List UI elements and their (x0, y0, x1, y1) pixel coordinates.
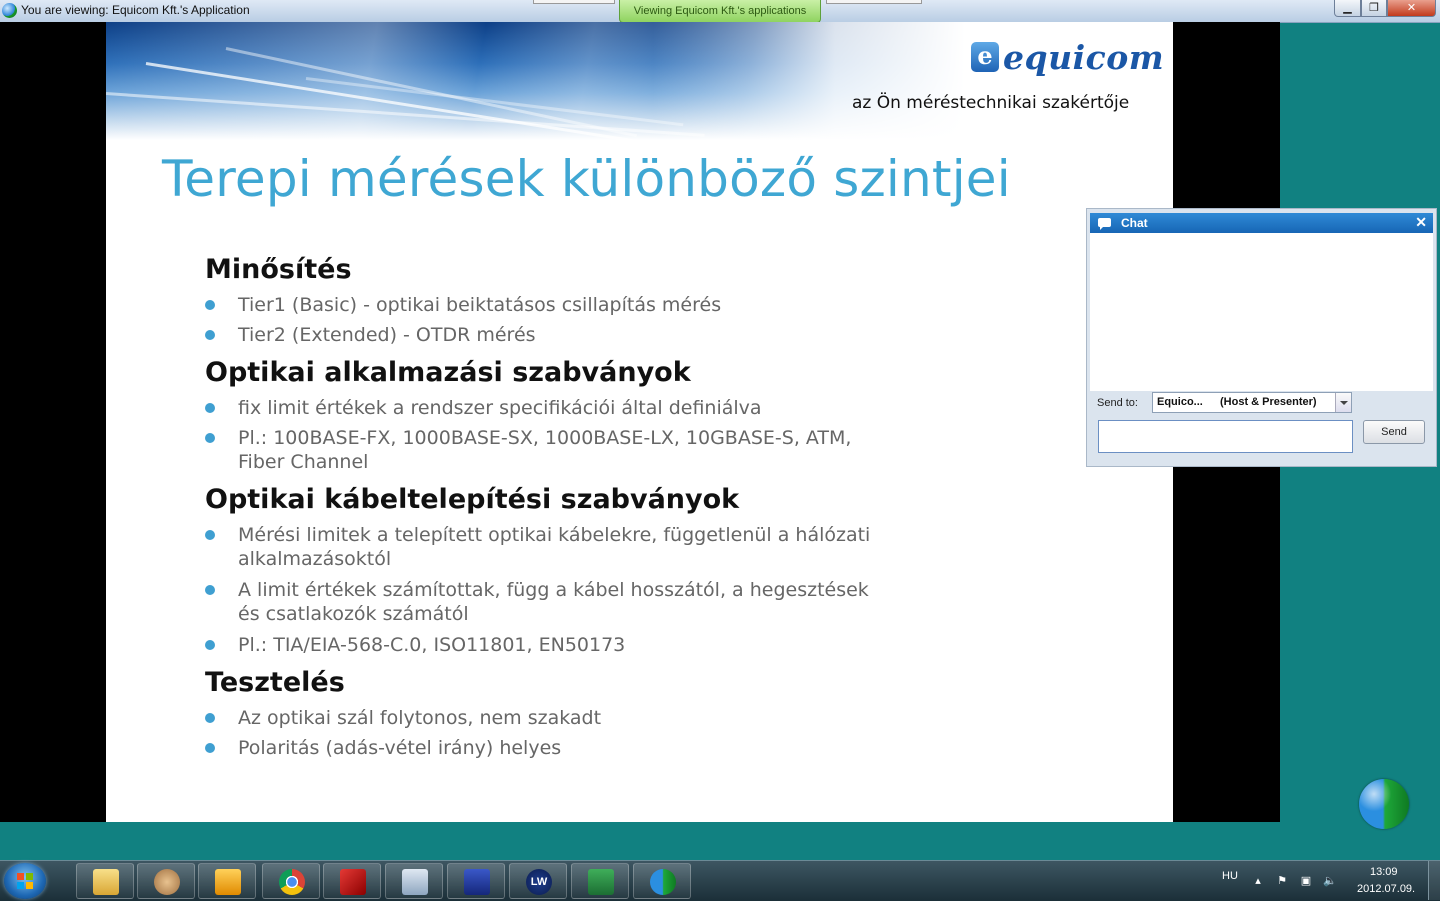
livewire-icon: LW (526, 869, 552, 895)
volume-icon[interactable]: 🔈 (1323, 875, 1337, 887)
bullet-item: Polaritás (adás-vétel irány) helyes (205, 736, 885, 760)
chat-title: Chat (1121, 216, 1148, 230)
section-heading: Optikai kábeltelepítési szabványok (205, 484, 740, 515)
logo-e-mark: e (971, 42, 999, 72)
bullet-item: Az optikai szál folytonos, nem szakadt (205, 706, 885, 730)
recipient-role: (Host & Presenter) (1220, 396, 1317, 408)
chat-header[interactable]: Chat ✕ (1090, 213, 1433, 233)
viewer-title: You are viewing: Equicom Kft.'s Applicat… (21, 3, 250, 17)
bullet-item: Pl.: 100BASE-FX, 1000BASE-SX, 1000BASE-L… (205, 426, 885, 474)
bullet-text: fix limit értékek a rendszer specifikáci… (238, 397, 762, 419)
show-hidden-icons-icon[interactable]: ▴ (1252, 875, 1264, 887)
maximize-button[interactable]: ❐ (1361, 0, 1387, 17)
section-heading: Tesztelés (205, 667, 345, 698)
network-icon[interactable]: ▣ (1300, 875, 1312, 887)
bullet-text: Tier1 (Basic) - optikai beiktatásos csil… (238, 294, 722, 316)
floppy-save-icon (464, 869, 490, 895)
start-button[interactable] (4, 863, 46, 899)
bullet-item: Tier1 (Basic) - optikai beiktatásos csil… (205, 293, 885, 317)
app-globe-icon (2, 3, 17, 18)
recipient-name: Equico... (1157, 396, 1203, 408)
bullet-item: Tier2 (Extended) - OTDR mérés (205, 323, 885, 347)
taskbar-app-office-tool[interactable] (323, 863, 381, 899)
minimize-button[interactable]: ▁ (1334, 0, 1361, 17)
banner-light-streak (145, 62, 660, 147)
bullet-text: A limit értékek számítottak, függ a kábe… (238, 579, 869, 625)
bullet-text: Pl.: TIA/EIA-568-C.0, ISO11801, EN50173 (238, 634, 626, 656)
windows-logo-icon (17, 873, 33, 889)
excel-icon (588, 869, 614, 895)
bullet-dot-icon (205, 640, 215, 650)
action-center-flag-icon[interactable]: ⚑ (1276, 875, 1288, 887)
clock-date[interactable]: 2012.07.09. (1357, 883, 1415, 895)
taskbar-app-save[interactable] (447, 863, 505, 899)
chevron-down-icon[interactable] (1335, 393, 1351, 412)
bullet-dot-icon (205, 585, 215, 595)
bullet-dot-icon (205, 743, 215, 753)
chat-bubble-icon (1098, 218, 1111, 230)
presentation-slide: e equicom az Ön méréstechnikai szakértőj… (106, 22, 1173, 822)
bullet-item: Pl.: TIA/EIA-568-C.0, ISO11801, EN50173 (205, 633, 885, 657)
bullet-text: Az optikai szál folytonos, nem szakadt (238, 707, 602, 729)
taskbar-app-calculator[interactable] (385, 863, 443, 899)
bullet-item: A limit értékek számítottak, függ a kábe… (205, 578, 885, 626)
chat-panel: Chat ✕ Send to: Equico... (Host & Presen… (1086, 208, 1437, 467)
language-indicator[interactable]: HU (1222, 870, 1238, 882)
taskbar-app-outlook[interactable] (198, 863, 256, 899)
clock-time[interactable]: 13:09 (1370, 866, 1398, 878)
taskbar-app-livewire[interactable]: LW (509, 863, 567, 899)
chat-close-icon[interactable]: ✕ (1415, 214, 1427, 231)
section-heading: Optikai alkalmazási szabványok (205, 357, 691, 388)
bullet-dot-icon (205, 330, 215, 340)
chat-message-log[interactable] (1090, 233, 1433, 391)
folder-icon (93, 869, 119, 895)
taskbar-app-explorer[interactable] (76, 863, 134, 899)
globe-icon (650, 869, 676, 895)
toolbar-tab-right[interactable] (826, 0, 922, 4)
show-desktop-button[interactable] (1428, 861, 1440, 900)
outlook-icon (215, 869, 241, 895)
toolbar-tab-left[interactable] (533, 0, 615, 4)
chrome-icon (279, 869, 305, 895)
viewer-globe-icon[interactable] (1359, 779, 1409, 829)
bullet-item: Mérési limitek a telepített optikai kábe… (205, 523, 885, 571)
slide-tagline: az Ön méréstechnikai szakértője (852, 93, 1130, 113)
bullet-text: Polaritás (adás-vétel irány) helyes (238, 737, 562, 759)
send-to-label: Send to: (1097, 397, 1138, 409)
taskbar-app-excel[interactable] (571, 863, 629, 899)
bullet-dot-icon (205, 713, 215, 723)
send-button[interactable]: Send (1363, 420, 1425, 444)
viewing-applications-tab[interactable]: Viewing Equicom Kft.'s applications (619, 0, 821, 23)
section-heading: Minősítés (205, 254, 352, 285)
bullet-dot-icon (205, 403, 215, 413)
bullet-dot-icon (205, 530, 215, 540)
equicom-logo: e equicom (971, 37, 1164, 77)
close-button[interactable]: ✕ (1387, 0, 1436, 17)
bullet-text: Tier2 (Extended) - OTDR mérés (238, 324, 536, 346)
taskbar-app-meeting[interactable] (137, 863, 195, 899)
bullet-dot-icon (205, 300, 215, 310)
handshake-icon (154, 869, 180, 895)
taskbar-app-chrome[interactable] (262, 863, 320, 899)
taskbar-app-viewer[interactable] (633, 863, 691, 899)
office-tool-icon (340, 869, 366, 895)
bullet-text: Pl.: 100BASE-FX, 1000BASE-SX, 1000BASE-L… (238, 427, 852, 473)
bullet-item: fix limit értékek a rendszer specifikáci… (205, 396, 885, 420)
calculator-icon (402, 869, 428, 895)
slide-title: Terepi mérések különböző szintjei (162, 150, 1011, 208)
bullet-dot-icon (205, 433, 215, 443)
chat-message-input[interactable] (1098, 420, 1353, 453)
recipient-select[interactable]: Equico... (Host & Presenter) (1152, 392, 1352, 413)
logo-wordmark: equicom (1003, 37, 1165, 77)
bullet-text: Mérési limitek a telepített optikai kábe… (238, 524, 871, 570)
